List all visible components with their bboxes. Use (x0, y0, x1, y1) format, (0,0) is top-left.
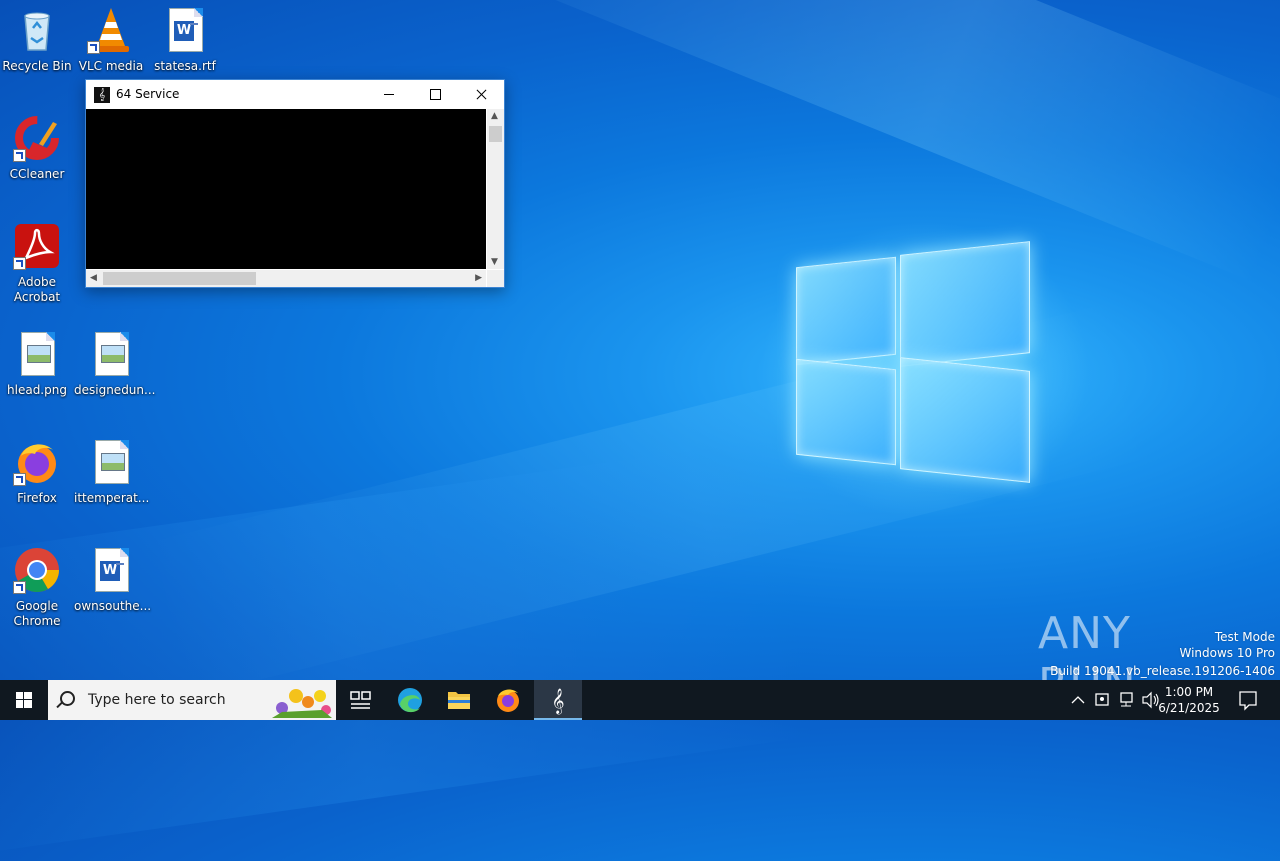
app-icon: 𝄞 (551, 688, 564, 714)
resize-grip-icon[interactable] (487, 270, 504, 287)
icon-label: VLC media (78, 59, 144, 73)
clock-time: 1:00 PM (1164, 685, 1214, 699)
icon-label: Google Chrome (13, 599, 61, 628)
build-text: Build 19041.vb_release.191206-1406 (1050, 664, 1275, 678)
app-icon: 𝄞 (94, 87, 110, 103)
firefox-icon (497, 689, 519, 712)
icon-label: designedun... (74, 383, 156, 397)
start-button[interactable] (0, 680, 48, 720)
taskbar-64-service-button[interactable]: 𝄞 (534, 680, 582, 720)
chrome-icon (13, 546, 61, 594)
horizontal-scrollbar[interactable]: ◀ ▶ (86, 270, 486, 287)
anyrun-watermark-logo: ANY RUN (1038, 608, 1136, 710)
edge-icon (398, 688, 422, 713)
desktop-icon-google-chrome[interactable]: Google Chrome (0, 546, 74, 629)
desktop-icon-statesa-rtf[interactable]: W statesa.rtf (148, 6, 222, 74)
windows-edition-text: Windows 10 Pro (1179, 646, 1275, 660)
icon-label: hlead.png (7, 383, 67, 397)
desktop-icon-adobe-acrobat[interactable]: Adobe Acrobat (0, 222, 74, 305)
notification-icon (1239, 691, 1257, 711)
window-titlebar[interactable]: 𝄞 64 Service (86, 80, 504, 109)
image-file-icon (87, 438, 135, 486)
test-mode-text: Test Mode (1214, 630, 1275, 644)
icon-label: Recycle Bin (2, 59, 72, 73)
search-placeholder: Type here to search (88, 692, 226, 708)
chevron-up-icon (1071, 696, 1085, 704)
maximize-button[interactable] (412, 80, 458, 109)
vertical-scrollbar[interactable]: ▲ ▼ (487, 109, 504, 269)
vlc-cone-icon (87, 6, 135, 54)
minimize-button[interactable] (366, 80, 412, 109)
console-window[interactable]: 𝄞 64 Service ▲ ▼ ◀ ▶ (85, 79, 505, 288)
taskbar-file-explorer-button[interactable] (435, 680, 483, 720)
action-center-button[interactable] (1232, 680, 1264, 720)
scroll-right-icon[interactable]: ▶ (475, 273, 482, 283)
svg-text:𝄞: 𝄞 (551, 688, 564, 714)
network-icon (1120, 692, 1133, 707)
desktop-icon-hlead-png[interactable]: hlead.png (0, 330, 74, 398)
icon-label: Firefox (17, 491, 57, 505)
desktop-icon-vlc[interactable]: VLC media (74, 6, 148, 74)
recycle-bin-icon (13, 6, 61, 54)
icon-label: ownsouthe... (74, 599, 152, 613)
desktop-icon-firefox[interactable]: Firefox (0, 438, 74, 506)
word-document-icon: W (87, 546, 135, 594)
taskbar-search-box[interactable]: Type here to search (48, 680, 336, 720)
icon-label: ittemperat... (74, 491, 150, 505)
meet-now-icon (1095, 693, 1109, 706)
scroll-up-icon[interactable]: ▲ (491, 111, 498, 121)
horizontal-scroll-thumb[interactable] (103, 272, 256, 285)
ccleaner-icon (13, 114, 61, 162)
task-view-icon (350, 691, 371, 709)
taskbar-clock[interactable]: 1:00 PM 6/21/2025 (1154, 684, 1224, 716)
search-icon (60, 691, 75, 706)
vertical-scroll-thumb[interactable] (489, 126, 502, 142)
firefox-icon (13, 438, 61, 486)
icon-label: CCleaner (9, 167, 65, 181)
scroll-down-icon[interactable]: ▼ (491, 257, 498, 267)
desktop-icon-recycle-bin[interactable]: Recycle Bin (0, 6, 74, 74)
image-file-icon (13, 330, 61, 378)
adobe-acrobat-icon (13, 222, 61, 270)
desktop-icon-ccleaner[interactable]: CCleaner (0, 114, 74, 182)
window-title: 64 Service (116, 87, 180, 101)
close-button[interactable] (458, 80, 504, 109)
windows-start-icon (16, 692, 32, 708)
taskbar-edge-button[interactable] (386, 680, 434, 720)
show-hidden-icons-button[interactable] (1068, 680, 1088, 720)
desktop-icon-ittemperat[interactable]: ittemperat... (74, 438, 150, 506)
search-flowers-decoration-icon (272, 689, 332, 718)
taskbar-firefox-button[interactable] (484, 680, 532, 720)
console-output-area[interactable] (86, 109, 486, 269)
scroll-left-icon[interactable]: ◀ (90, 273, 97, 283)
folder-icon (448, 692, 470, 709)
word-document-icon: W (161, 6, 209, 54)
taskbar: Type here to search 𝄞 1:00 PM 6/21/2025 (0, 680, 1280, 720)
icon-label: statesa.rtf (154, 59, 216, 73)
icon-label: Adobe Acrobat (13, 275, 61, 304)
tray-network[interactable] (1116, 680, 1138, 720)
clock-date: 6/21/2025 (1158, 701, 1220, 715)
task-view-button[interactable] (336, 680, 384, 720)
desktop-icon-designedun[interactable]: designedun... (74, 330, 156, 398)
windows-logo-wallpaper (796, 241, 1030, 483)
tray-meet-now[interactable] (1092, 680, 1114, 720)
desktop-icon-ownsouthe[interactable]: W ownsouthe... (74, 546, 152, 614)
image-file-icon (87, 330, 135, 378)
